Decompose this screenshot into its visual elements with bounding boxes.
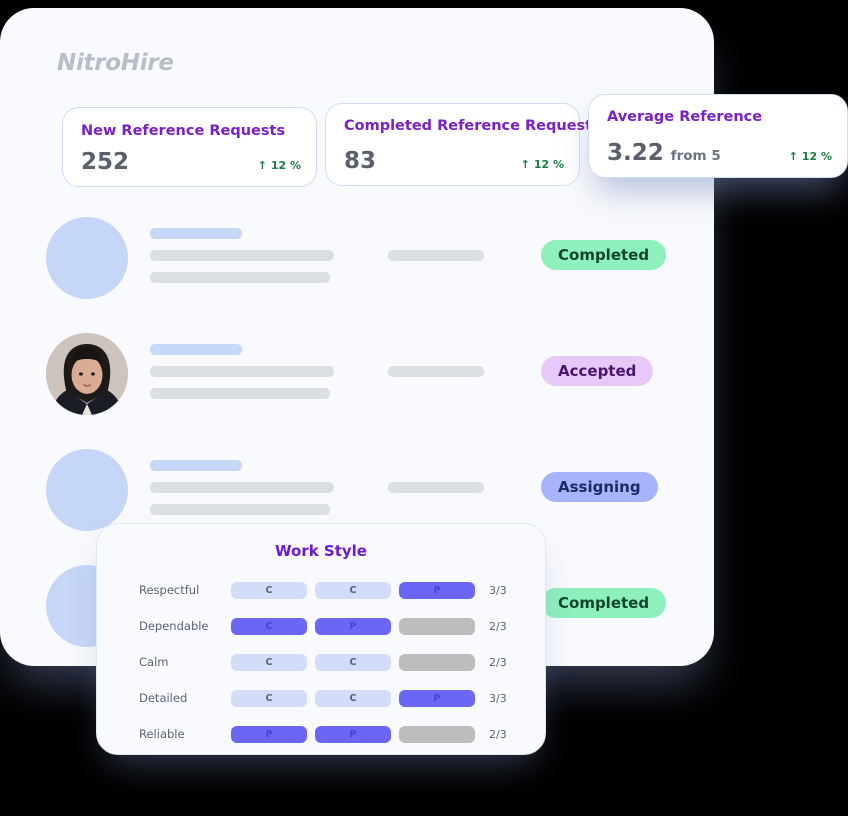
work-style-trait-list: Respectful C C P 3/3 Dependable C P 2/3 …	[97, 572, 545, 752]
stat-card-value-row: 83	[344, 148, 383, 174]
trend-up-icon: ↑	[788, 150, 798, 163]
table-row[interactable]: Assigning	[0, 440, 714, 532]
skeleton-bar	[388, 366, 484, 377]
stat-card-title: Average Reference	[607, 109, 763, 125]
trait-pill: P	[399, 689, 475, 707]
skeleton-bar	[150, 504, 330, 515]
stat-card-delta: ↑ 12 %	[258, 159, 301, 172]
status-badge[interactable]: Completed	[541, 588, 667, 618]
stat-card-completed-reference-requests[interactable]: Completed Reference Requests 83 ↑ 12 %	[325, 103, 601, 186]
stat-card-delta-value: 12 %	[533, 158, 564, 171]
work-style-trait-row: Calm C C 2/3	[97, 644, 545, 680]
trait-pills: P P	[231, 725, 475, 743]
work-style-card: Work Style Respectful C C P 3/3 Dependab…	[96, 523, 546, 755]
trait-pills: C C	[231, 653, 475, 671]
stat-card-delta-value: 12 %	[270, 159, 301, 172]
stat-card-new-reference-requests[interactable]: New Reference Requests 252 ↑ 12 %	[62, 107, 317, 187]
avatar	[46, 217, 128, 299]
skeleton-bar	[150, 272, 330, 283]
trait-pills: C C P	[231, 581, 475, 599]
stat-card-value-suffix: from 5	[670, 148, 721, 164]
skeleton-bar	[150, 366, 334, 377]
status-badge[interactable]: Accepted	[541, 356, 654, 386]
trait-pill: P	[315, 725, 391, 743]
stat-card-value: 83	[344, 148, 377, 174]
work-style-trait-row: Respectful C C P 3/3	[97, 572, 545, 608]
avatar	[46, 333, 128, 415]
trait-label: Detailed	[139, 691, 188, 705]
skeleton-bar	[150, 388, 330, 399]
stat-card-value-row: 3.22 from 5	[607, 140, 721, 166]
row-skeleton-block	[150, 344, 334, 399]
skeleton-bar	[150, 482, 334, 493]
trait-label: Respectful	[139, 583, 200, 597]
work-style-title: Work Style	[275, 542, 367, 560]
trait-score: 3/3	[489, 583, 507, 597]
trait-pills: C C P	[231, 689, 475, 707]
table-row[interactable]: Completed	[0, 208, 714, 300]
trait-pill	[399, 617, 475, 635]
trait-pills: C P	[231, 617, 475, 635]
trait-pill: P	[315, 617, 391, 635]
brand-logo: NitroHire	[57, 50, 174, 76]
stat-card-title: New Reference Requests	[81, 123, 286, 139]
stat-card-delta: ↑ 12 %	[521, 158, 564, 171]
trait-pill: P	[399, 581, 475, 599]
work-style-trait-row: Dependable C P 2/3	[97, 608, 545, 644]
row-skeleton-block	[150, 228, 334, 283]
trait-score: 2/3	[489, 655, 507, 669]
trait-pill	[399, 653, 475, 671]
stat-card-title: Completed Reference Requests	[344, 118, 601, 134]
stat-card-value: 3.22	[607, 140, 664, 166]
status-badge[interactable]: Assigning	[541, 472, 658, 502]
skeleton-bar	[150, 228, 242, 239]
avatar	[46, 449, 128, 531]
table-row[interactable]: Accepted	[0, 324, 714, 416]
stat-card-delta-value: 12 %	[801, 150, 832, 163]
trait-pill: P	[231, 725, 307, 743]
trait-pill: C	[315, 581, 391, 599]
trait-label: Calm	[139, 655, 169, 669]
skeleton-bar	[150, 250, 334, 261]
trait-score: 3/3	[489, 691, 507, 705]
trait-pill: C	[231, 617, 307, 635]
stat-card-value-row: 252	[81, 149, 136, 175]
row-skeleton-block	[150, 460, 334, 515]
trend-up-icon: ↑	[257, 159, 267, 172]
stat-card-delta: ↑ 12 %	[789, 150, 832, 163]
avatar-photo-icon	[46, 333, 128, 415]
status-badge[interactable]: Completed	[541, 240, 667, 270]
trait-score: 2/3	[489, 727, 507, 741]
trait-pill: C	[231, 653, 307, 671]
work-style-trait-row: Detailed C C P 3/3	[97, 680, 545, 716]
screenshot-stage: NitroHire New Reference Requests 252 ↑ 1…	[0, 0, 848, 816]
stat-card-average-reference[interactable]: Average Reference 3.22 from 5 ↑ 12 %	[588, 94, 848, 178]
trait-pill: C	[315, 689, 391, 707]
work-style-trait-row: Reliable P P 2/3	[97, 716, 545, 752]
skeleton-bar	[150, 460, 242, 471]
trend-up-icon: ↑	[520, 158, 530, 171]
trait-label: Reliable	[139, 727, 185, 741]
trait-pill: C	[231, 689, 307, 707]
skeleton-bar	[388, 250, 484, 261]
skeleton-bar	[388, 482, 484, 493]
trait-label: Dependable	[139, 619, 209, 633]
skeleton-bar	[150, 344, 242, 355]
trait-pill: C	[315, 653, 391, 671]
trait-pill	[399, 725, 475, 743]
trait-score: 2/3	[489, 619, 507, 633]
stat-card-value: 252	[81, 149, 130, 175]
trait-pill: C	[231, 581, 307, 599]
